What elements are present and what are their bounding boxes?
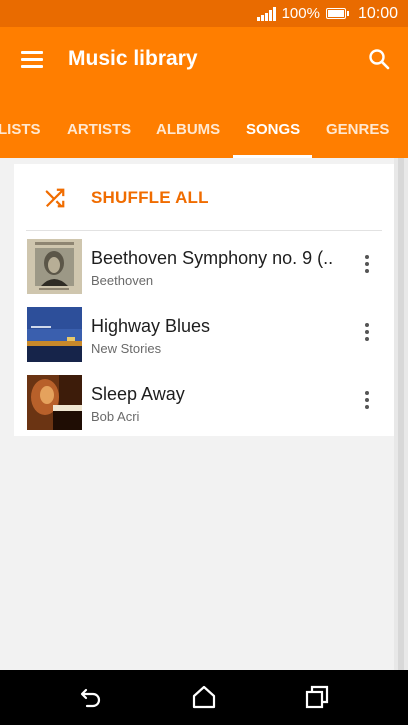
divider xyxy=(26,230,382,231)
shuffle-all-label: SHUFFLE ALL xyxy=(91,188,209,207)
battery-percent: 100% xyxy=(281,5,320,22)
page-title: Music library xyxy=(68,47,198,70)
tab-artists[interactable]: ARTISTS xyxy=(67,93,131,158)
song-row[interactable]: Sleep Away Bob Acri xyxy=(14,370,394,436)
more-options-icon[interactable] xyxy=(362,391,372,413)
scrollbar[interactable] xyxy=(398,158,404,670)
tab-playlists[interactable]: LISTS xyxy=(0,93,41,158)
app-bar: Music library LISTS ARTISTS ALBUMS SONGS… xyxy=(0,27,408,158)
recent-apps-icon[interactable] xyxy=(304,684,330,710)
song-title: Beethoven Symphony no. 9 (.. xyxy=(91,248,334,268)
status-bar: 100% 10:00 xyxy=(0,0,408,27)
tab-songs[interactable]: SONGS xyxy=(246,93,300,158)
shuffle-icon xyxy=(45,188,65,208)
battery-icon xyxy=(325,8,349,19)
song-row[interactable]: Highway Blues New Stories xyxy=(14,302,394,368)
back-icon[interactable] xyxy=(78,684,104,710)
navigation-bar xyxy=(0,670,408,725)
tab-bar: LISTS ARTISTS ALBUMS SONGS GENRES xyxy=(0,93,408,158)
more-options-icon[interactable] xyxy=(362,323,372,345)
active-tab-indicator xyxy=(233,155,312,158)
song-artist: New Stories xyxy=(91,341,162,356)
song-row[interactable]: Beethoven Symphony no. 9 (.. Beethoven xyxy=(14,234,394,300)
more-options-icon[interactable] xyxy=(362,255,372,277)
album-art-sleep-away xyxy=(27,375,82,430)
hamburger-menu-icon[interactable] xyxy=(21,51,43,69)
song-artist: Bob Acri xyxy=(91,409,140,424)
home-icon[interactable] xyxy=(191,684,217,710)
tab-albums[interactable]: ALBUMS xyxy=(156,93,220,158)
shuffle-all-button[interactable]: SHUFFLE ALL xyxy=(14,164,394,230)
song-artist: Beethoven xyxy=(91,273,154,288)
song-list-card: SHUFFLE ALL Beethoven Symphony no. 9 (..… xyxy=(14,164,394,436)
toolbar: Music library xyxy=(0,27,408,93)
search-icon[interactable] xyxy=(367,47,391,71)
status-time: 10:00 xyxy=(357,4,398,22)
signal-icon xyxy=(256,6,276,21)
song-title: Highway Blues xyxy=(91,316,211,336)
song-title: Sleep Away xyxy=(91,384,185,404)
tab-genres[interactable]: GENRES xyxy=(326,93,389,158)
album-art-beethoven xyxy=(27,239,82,294)
album-art-highway-blues xyxy=(27,307,82,362)
